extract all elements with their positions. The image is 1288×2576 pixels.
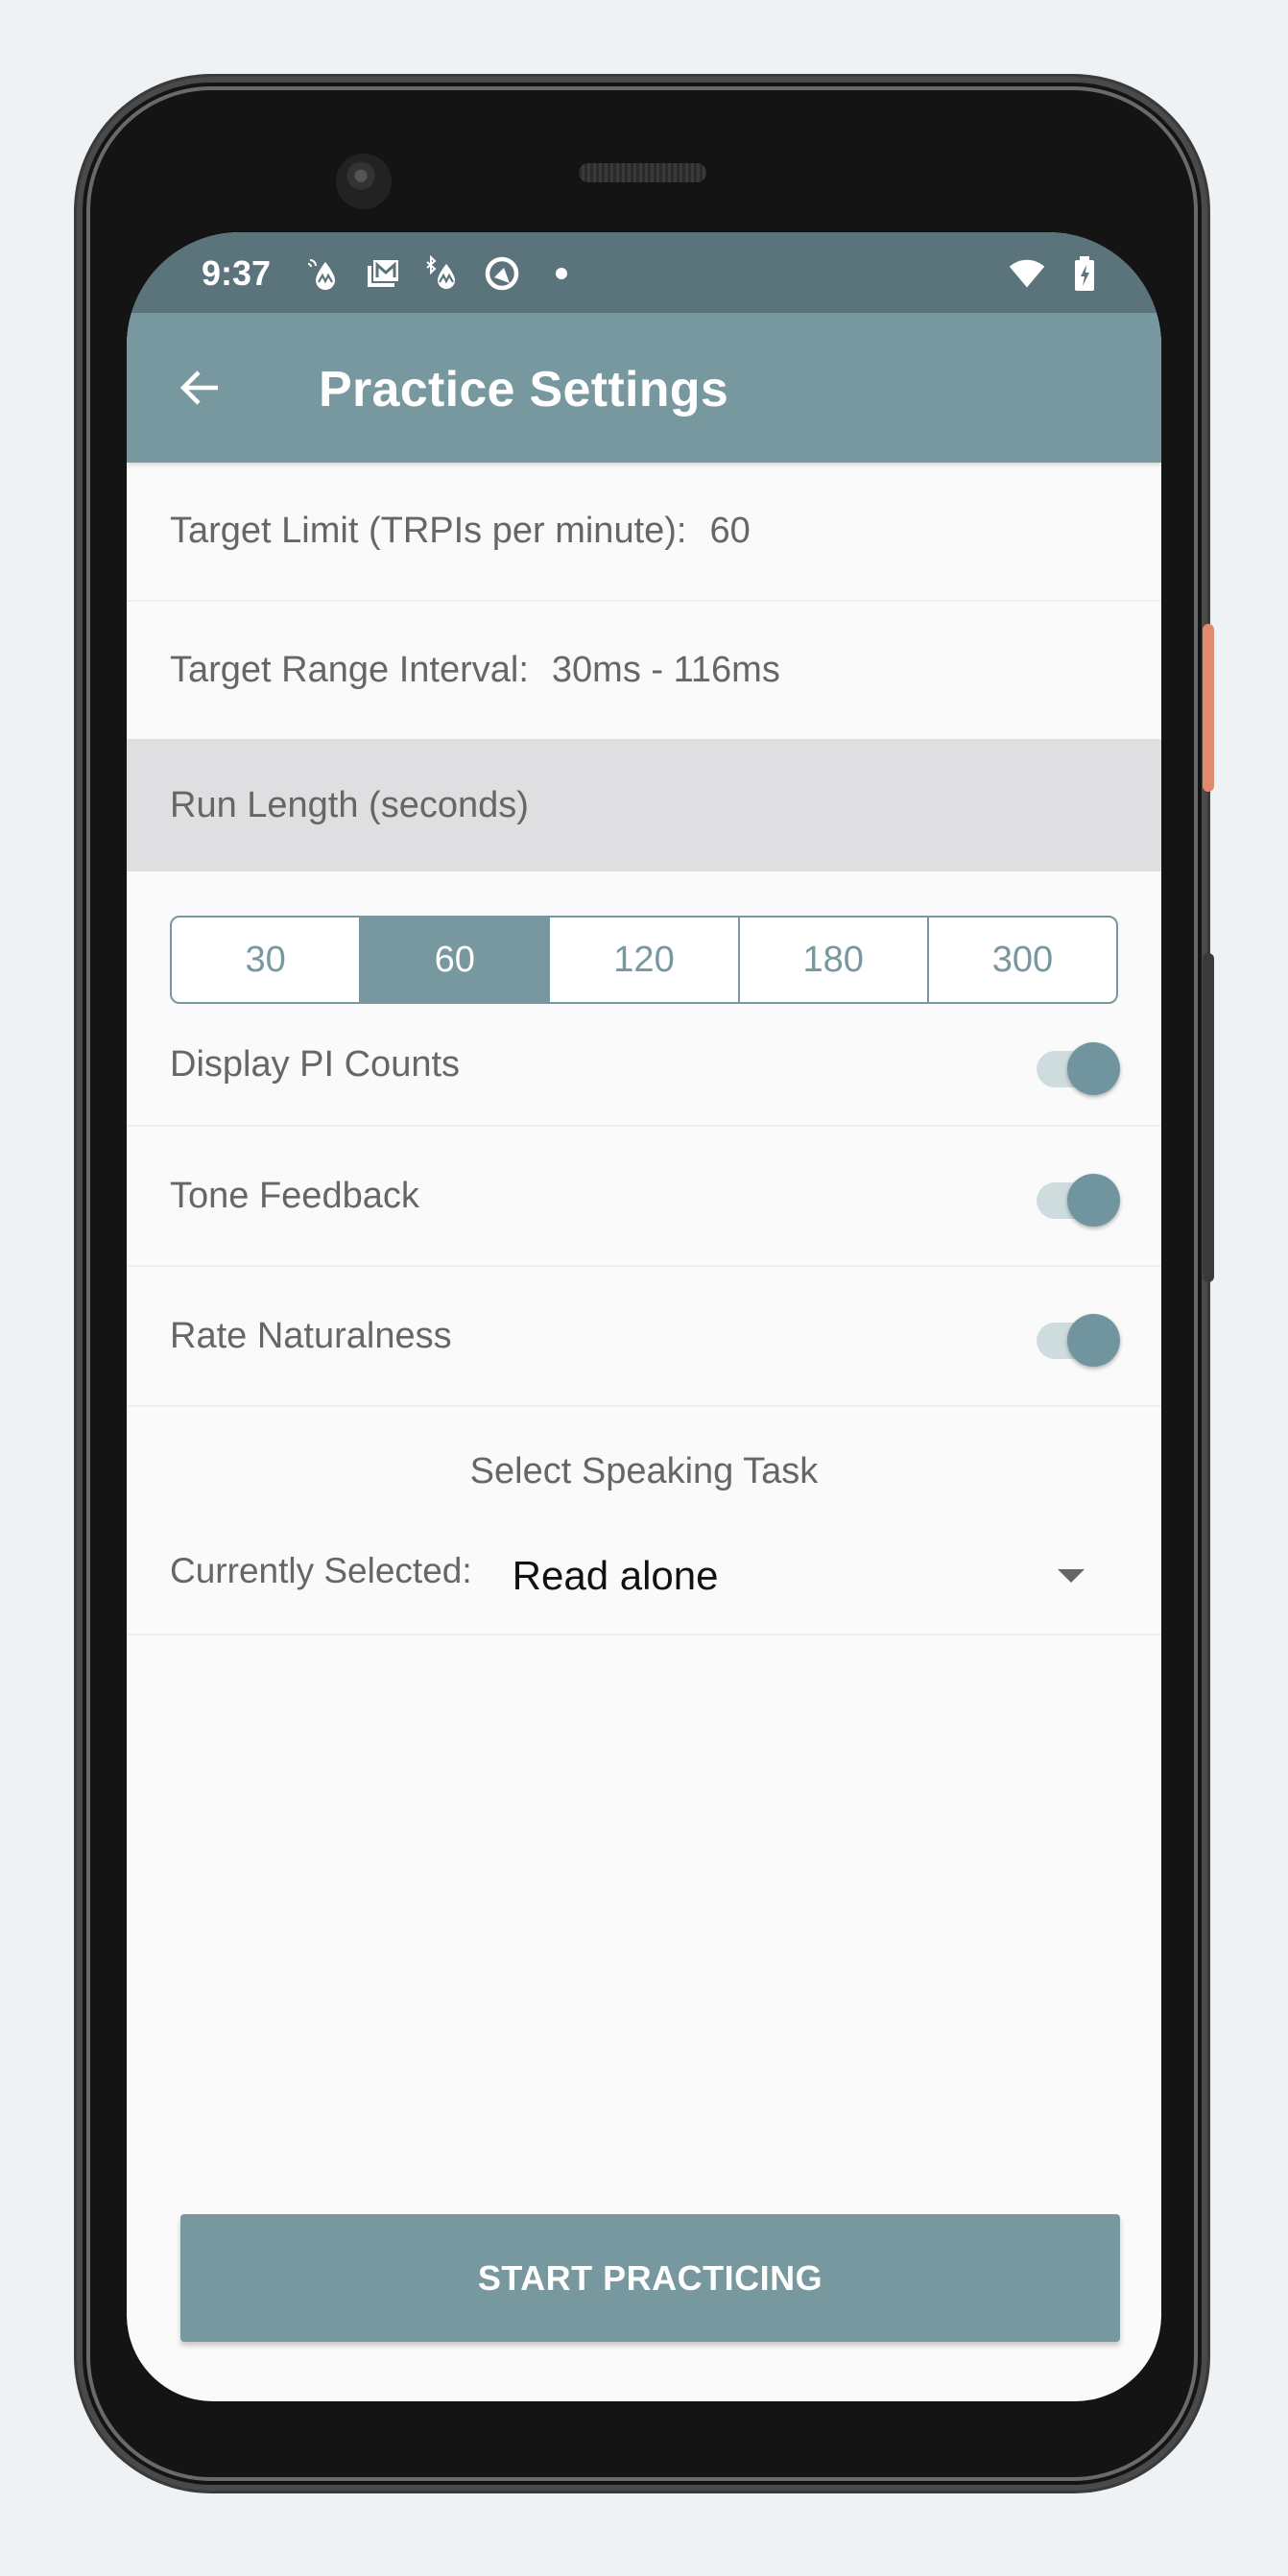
status-bar: 9:37 [127, 232, 1161, 313]
target-range-label: Target Range Interval: [170, 650, 529, 690]
power-button [1203, 624, 1214, 792]
front-camera [336, 154, 392, 209]
page-title: Practice Settings [319, 362, 729, 417]
target-limit-value: 60 [709, 511, 751, 551]
tone-feedback-label: Tone Feedback [170, 1175, 419, 1216]
speaking-task-value: Read alone [512, 1553, 719, 1598]
earpiece-speaker [579, 163, 706, 182]
rate-naturalness-label: Rate Naturalness [170, 1315, 452, 1356]
run-length-option-30[interactable]: 30 [172, 918, 359, 1002]
dropdown-arrow-icon [1058, 1569, 1085, 1583]
volume-button [1203, 953, 1214, 1282]
bluetooth-drop-icon [423, 254, 462, 293]
toggle-thumb [1067, 1042, 1120, 1095]
wifi-icon [1008, 254, 1046, 293]
run-length-header-label: Run Length (seconds) [170, 784, 529, 825]
rate-naturalness-row: Rate Naturalness [127, 1267, 1161, 1407]
speaking-task-heading: Select Speaking Task [469, 1451, 819, 1491]
display-pi-counts-label: Display PI Counts [170, 1043, 461, 1085]
system-icons [1008, 253, 1104, 294]
rate-naturalness-toggle[interactable] [1035, 1309, 1123, 1367]
run-length-option-60[interactable]: 60 [359, 918, 549, 1002]
target-limit-row: Target Limit (TRPIs per minute): 60 [127, 463, 1161, 602]
run-length-option-120[interactable]: 120 [548, 918, 737, 1002]
app-bar: Practice Settings [127, 313, 1161, 463]
notification-icons [304, 253, 581, 294]
q-circle-icon [483, 254, 521, 293]
speaking-task-dropdown[interactable]: Read alone [513, 1553, 1085, 1599]
target-range-value: 30ms - 116ms [551, 650, 780, 690]
run-length-segmented-control: 30 60 120 180 300 [170, 916, 1118, 1004]
run-length-option-300[interactable]: 300 [926, 918, 1116, 1002]
status-time: 9:37 [202, 253, 272, 293]
back-button[interactable] [173, 361, 227, 415]
arrow-left-icon [179, 370, 218, 405]
start-practicing-button[interactable]: START PRACTICING [180, 2214, 1120, 2342]
more-dot-icon [542, 254, 581, 293]
tone-feedback-row: Tone Feedback [127, 1127, 1161, 1267]
nfc-drop-icon [304, 254, 343, 293]
run-length-option-180[interactable]: 180 [737, 918, 927, 1002]
tone-feedback-toggle[interactable] [1035, 1169, 1123, 1227]
run-length-selector-wrap: 30 60 120 180 300 [127, 871, 1161, 1004]
display-pi-counts-row: Display PI Counts [127, 1004, 1161, 1127]
run-length-header: Run Length (seconds) [127, 739, 1161, 871]
toggle-thumb [1067, 1174, 1120, 1227]
display-pi-counts-toggle[interactable] [1035, 1038, 1123, 1095]
gmail-stack-icon [364, 254, 402, 293]
currently-selected-label: Currently Selected: [170, 1551, 472, 1590]
target-limit-label: Target Limit (TRPIs per minute): [170, 511, 687, 551]
toggle-thumb [1067, 1314, 1120, 1367]
target-range-row: Target Range Interval: 30ms - 116ms [127, 602, 1161, 739]
speaking-task-row: Currently Selected: Read alone [127, 1518, 1161, 1635]
battery-charging-icon [1065, 254, 1104, 293]
screen: 9:37 Practice Settings Target Limit (TRP… [127, 232, 1161, 2401]
